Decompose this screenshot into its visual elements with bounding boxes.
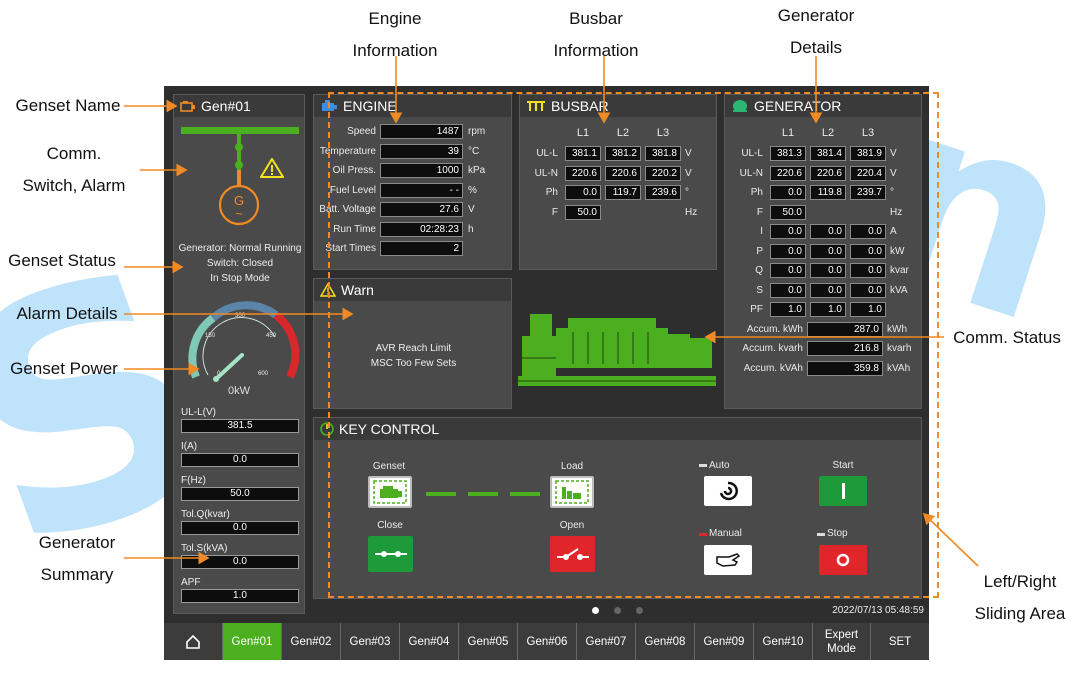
timestamp: 2022/07/13 05:48:59 xyxy=(832,605,924,616)
tab-gen05[interactable]: Gen#05 xyxy=(459,623,518,660)
switch-status-text: Switch: Closed xyxy=(206,258,274,269)
genset-icon xyxy=(180,100,195,112)
summary-label: Tol.S(kVA) xyxy=(181,543,228,554)
genset-name-header: Gen#01 xyxy=(174,95,304,117)
power-gauge xyxy=(188,301,300,382)
sliding-area-outline xyxy=(328,92,939,598)
annotation-line: Sliding Area xyxy=(974,604,1066,623)
summary-value: 0.0 xyxy=(181,521,299,535)
tab-gen01[interactable]: Gen#01 xyxy=(223,623,282,660)
summary-label: APF xyxy=(181,577,201,588)
home-icon xyxy=(186,634,200,649)
annotation-line: Generator xyxy=(38,533,116,552)
tab-gen08[interactable]: Gen#08 xyxy=(636,623,695,660)
annotation-generator-summary: Generator Summary xyxy=(18,527,136,591)
annotation-engine-info: Engine Information xyxy=(335,3,455,67)
genset-name: Gen#01 xyxy=(201,98,251,114)
tab-gen07[interactable]: Gen#07 xyxy=(577,623,636,660)
annotation-line: Details xyxy=(790,38,842,57)
genset-status: Generator: Normal Running Switch: Closed… xyxy=(174,241,306,286)
gauge-tick-150: 150 xyxy=(205,333,216,339)
generator-summary: UL-L(V) 381.5 I(A) 0.0 F(Hz) 50.0 Tol.Q(… xyxy=(181,407,299,603)
tab-gen09[interactable]: Gen#09 xyxy=(695,623,754,660)
gauge-value: 0kW xyxy=(228,385,250,397)
annotation-genset-status: Genset Status xyxy=(8,251,116,270)
bottom-nav: Gen#01 Gen#02 Gen#03 Gen#04 Gen#05 Gen#0… xyxy=(164,623,929,660)
tab-gen06[interactable]: Gen#06 xyxy=(518,623,577,660)
summary-label: UL-L(V) xyxy=(181,407,217,418)
annotation-line: Comm. xyxy=(46,144,102,163)
page-dot-active[interactable] xyxy=(592,607,599,614)
summary-value: 1.0 xyxy=(181,589,299,603)
home-button[interactable] xyxy=(164,623,223,660)
summary-value: 0.0 xyxy=(181,453,299,467)
genset-panel: Gen#01 G ~ Generator: Normal Running Swi… xyxy=(173,94,305,614)
mode-status-text: In Stop Mode xyxy=(210,273,270,284)
annotation-busbar-info: Busbar Information xyxy=(536,3,656,67)
annotation-line: Information xyxy=(553,41,639,60)
tab-gen04[interactable]: Gen#04 xyxy=(400,623,459,660)
annotation-line: Engine xyxy=(368,9,422,28)
annotation-comm-status: Comm. Status xyxy=(953,328,1061,347)
summary-label: I(A) xyxy=(181,441,198,452)
summary-value: 0.0 xyxy=(181,555,299,569)
annotation-line: Information xyxy=(352,41,438,60)
gauge-tick-0: 0 xyxy=(217,371,221,377)
annotation-line: Generator xyxy=(777,6,855,25)
tab-gen10[interactable]: Gen#10 xyxy=(754,623,813,660)
annotation-comm-switch: Comm. Switch, Alarm xyxy=(10,138,138,202)
annotation-generator-details: Generator Details xyxy=(756,0,876,64)
alarm-icon[interactable] xyxy=(260,158,284,178)
gauge-tick-300: 300 xyxy=(235,313,246,319)
annotation-sliding-area: Left/Right Sliding Area xyxy=(960,566,1080,630)
annotation-line: Summary xyxy=(40,565,114,584)
annotation-line: Switch, Alarm xyxy=(22,176,126,195)
summary-value: 50.0 xyxy=(181,487,299,501)
annotation-genset-power: Genset Power xyxy=(10,359,118,378)
gauge-tick-450: 450 xyxy=(266,333,277,339)
annotation-line: Busbar xyxy=(569,9,623,28)
tab-gen02[interactable]: Gen#02 xyxy=(282,623,341,660)
annotation-alarm-details: Alarm Details xyxy=(16,304,118,323)
summary-label: F(Hz) xyxy=(181,475,206,486)
set-button[interactable]: SET xyxy=(871,623,929,660)
generator-status-text: Generator: Normal Running xyxy=(178,243,302,254)
tab-gen03[interactable]: Gen#03 xyxy=(341,623,400,660)
page-dot[interactable] xyxy=(614,607,621,614)
summary-label: Tol.Q(kvar) xyxy=(181,509,230,520)
summary-value: 381.5 xyxy=(181,419,299,433)
gauge-tick-600: 600 xyxy=(258,371,269,377)
annotation-line: Left/Right xyxy=(983,572,1057,591)
page-dot[interactable] xyxy=(636,607,643,614)
annotation-genset-name: Genset Name xyxy=(15,96,121,115)
expert-mode-button[interactable]: Expert Mode xyxy=(813,623,871,660)
generator-tilde: ~ xyxy=(235,206,243,221)
